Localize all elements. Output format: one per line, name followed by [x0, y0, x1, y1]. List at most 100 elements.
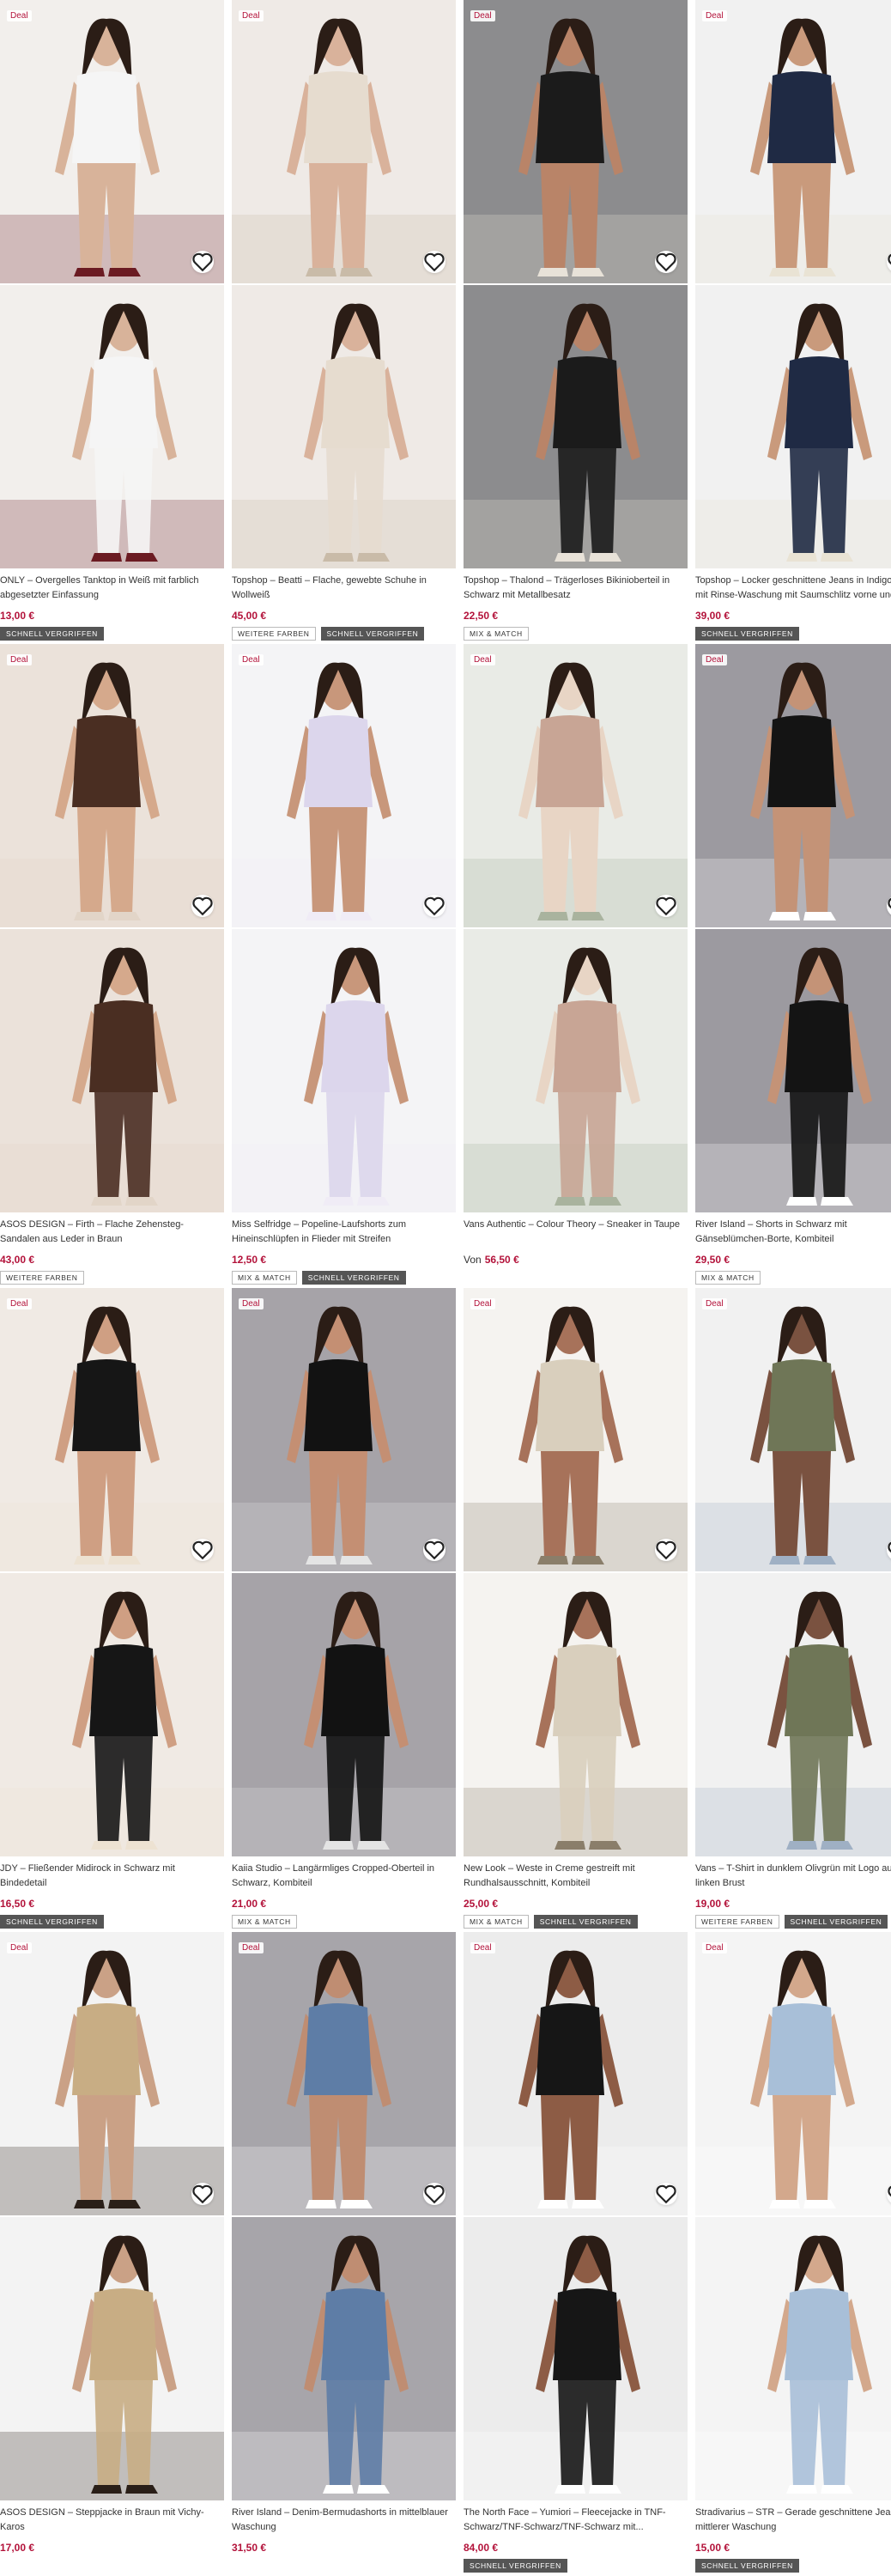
product-title[interactable]: ASOS DESIGN – Firth – Flache Zehensteg-S… [0, 1218, 221, 1247]
product-image-secondary[interactable] [464, 285, 688, 568]
product-title[interactable]: Topshop – Beatti – Flache, gewebte Schuh… [232, 574, 453, 603]
product-image-secondary[interactable] [464, 1573, 688, 1856]
save-for-later-button[interactable] [191, 1539, 214, 1561]
product-image-secondary[interactable] [0, 1573, 224, 1856]
product-title[interactable]: Vans Authentic – Colour Theory – Sneaker… [464, 1218, 685, 1232]
product-card[interactable]: Deal Miss Selfridge – Popeline-Laufshorts… [232, 644, 456, 1288]
product-price: 25,00 € [464, 1898, 498, 1910]
save-for-later-button[interactable] [423, 2183, 446, 2205]
mix-match-badge: MIX & MATCH [232, 1915, 297, 1929]
product-price: 43,00 € [0, 1254, 34, 1266]
product-card[interactable]: Deal River Island – Denim-Bermudashorts i… [232, 1932, 456, 2576]
deal-badge: Deal [470, 1942, 495, 1953]
product-title[interactable]: ASOS DESIGN – Steppjacke in Braun mit Vi… [0, 2506, 221, 2535]
product-image-primary[interactable]: Deal [464, 1932, 688, 2215]
save-for-later-button[interactable] [887, 895, 891, 917]
save-for-later-button[interactable] [655, 251, 677, 273]
product-image-primary[interactable]: Deal [0, 0, 224, 283]
save-for-later-button[interactable] [191, 2183, 214, 2205]
product-title[interactable]: Kaiia Studio – Langärmliges Cropped-Ober… [232, 1862, 453, 1891]
product-card[interactable]: Deal Kaiia Studio – Langärmliges Cropped-… [232, 1288, 456, 1932]
product-card[interactable]: Deal JDY – Fließender Midirock in Schwarz… [0, 1288, 224, 1932]
product-badges: SCHNELL VERGRIFFEN [695, 2559, 799, 2573]
product-image-secondary[interactable] [695, 285, 891, 568]
product-image-primary[interactable]: Deal [464, 1288, 688, 1571]
heart-icon [192, 1540, 213, 1560]
product-card[interactable]: Deal ASOS DESIGN – Firth – Flache Zehenst… [0, 644, 224, 1288]
product-badges: WEITERE FARBEN [0, 1271, 84, 1285]
save-for-later-button[interactable] [887, 1539, 891, 1561]
product-title[interactable]: Stradivarius – STR – Gerade geschnittene… [695, 2506, 891, 2535]
product-image-secondary[interactable] [232, 929, 456, 1212]
selling-fast-badge: SCHNELL VERGRIFFEN [695, 2559, 799, 2573]
product-title[interactable]: Topshop – Locker geschnittene Jeans in I… [695, 574, 891, 603]
product-image-primary[interactable]: Deal [0, 644, 224, 927]
price-value: 12,50 € [232, 1254, 267, 1266]
product-title[interactable]: ONLY – Overgelles Tanktop in Weiß mit fa… [0, 574, 221, 603]
product-badges: WEITERE FARBEN SCHNELL VERGRIFFEN [695, 1915, 888, 1929]
product-image-secondary[interactable] [232, 1573, 456, 1856]
save-for-later-button[interactable] [655, 1539, 677, 1561]
product-image-secondary[interactable] [695, 2217, 891, 2500]
product-card[interactable]: Deal ASOS DESIGN – Steppjacke in Braun mi… [0, 1932, 224, 2576]
product-image-primary[interactable]: Deal [0, 1288, 224, 1571]
product-image-primary[interactable]: Deal [232, 0, 456, 283]
product-image-primary[interactable]: Deal [232, 1288, 456, 1571]
product-price: 29,50 € [695, 1254, 730, 1266]
save-for-later-button[interactable] [191, 251, 214, 273]
product-image-secondary[interactable] [232, 2217, 456, 2500]
product-photo [695, 929, 891, 1212]
product-title[interactable]: River Island – Denim-Bermudashorts in mi… [232, 2506, 453, 2535]
save-for-later-button[interactable] [655, 895, 677, 917]
save-for-later-button[interactable] [655, 2183, 677, 2205]
save-for-later-button[interactable] [423, 251, 446, 273]
product-card[interactable]: Deal New Look – Weste in Creme gestreift … [464, 1288, 688, 1932]
product-card[interactable]: Deal Topshop – Beatti – Flache, gewebte S… [232, 0, 456, 644]
product-image-primary[interactable]: Deal [695, 0, 891, 283]
product-title[interactable]: River Island – Shorts in Schwarz mit Gän… [695, 1218, 891, 1247]
product-image-secondary[interactable] [695, 929, 891, 1212]
product-title[interactable]: New Look – Weste in Creme gestreift mit … [464, 1862, 685, 1891]
product-image-primary[interactable]: Deal [0, 1932, 224, 2215]
product-image-secondary[interactable] [0, 285, 224, 568]
product-image-primary[interactable]: Deal [232, 1932, 456, 2215]
product-image-primary[interactable]: Deal [695, 1288, 891, 1571]
product-photo [464, 1288, 688, 1571]
product-badges: SCHNELL VERGRIFFEN [464, 2559, 567, 2573]
product-card[interactable]: Deal ONLY – Overgelles Tanktop in Weiß mi… [0, 0, 224, 644]
product-price: 45,00 € [232, 610, 266, 622]
product-image-secondary[interactable] [232, 285, 456, 568]
product-photo [695, 644, 891, 927]
product-image-secondary[interactable] [0, 2217, 224, 2500]
save-for-later-button[interactable] [191, 895, 214, 917]
product-image-primary[interactable]: Deal [232, 644, 456, 927]
product-photo [0, 0, 224, 283]
save-for-later-button[interactable] [423, 895, 446, 917]
product-image-primary[interactable]: Deal [464, 644, 688, 927]
product-image-primary[interactable]: Deal [695, 1932, 891, 2215]
product-card[interactable]: Deal The North Face – Yumiori – Fleecejac… [464, 1932, 688, 2576]
product-image-secondary[interactable] [695, 1573, 891, 1856]
save-for-later-button[interactable] [887, 2183, 891, 2205]
product-badges: MIX & MATCH SCHNELL VERGRIFFEN [464, 1915, 638, 1929]
product-title[interactable]: Topshop – Thalond – Trägerloses Bikiniob… [464, 574, 685, 603]
product-card[interactable]: Deal Vans Authentic – Colour Theory – Sne… [464, 644, 688, 1288]
product-image-secondary[interactable] [464, 929, 688, 1212]
save-for-later-button[interactable] [423, 1539, 446, 1561]
deal-badge: Deal [470, 10, 495, 21]
product-card[interactable]: Deal River Island – Shorts in Schwarz mit… [695, 644, 891, 1288]
product-card[interactable]: Deal Topshop – Thalond – Trägerloses Biki… [464, 0, 688, 644]
product-image-secondary[interactable] [0, 929, 224, 1212]
save-for-later-button[interactable] [887, 251, 891, 273]
product-card[interactable]: Deal Stradivarius – STR – Gerade geschnit… [695, 1932, 891, 2576]
product-title[interactable]: The North Face – Yumiori – Fleecejacke i… [464, 2506, 685, 2535]
product-image-primary[interactable]: Deal [464, 0, 688, 283]
product-title[interactable]: Miss Selfridge – Popeline-Laufshorts zum… [232, 1218, 453, 1247]
product-badges: SCHNELL VERGRIFFEN [0, 1915, 104, 1929]
product-card[interactable]: Deal Vans – T-Shirt in dunklem Olivgrün m… [695, 1288, 891, 1932]
product-title[interactable]: JDY – Fließender Midirock in Schwarz mit… [0, 1862, 221, 1891]
product-image-secondary[interactable] [464, 2217, 688, 2500]
product-image-primary[interactable]: Deal [695, 644, 891, 927]
product-card[interactable]: Deal Topshop – Locker geschnittene Jeans … [695, 0, 891, 644]
product-title[interactable]: Vans – T-Shirt in dunklem Olivgrün mit L… [695, 1862, 891, 1891]
